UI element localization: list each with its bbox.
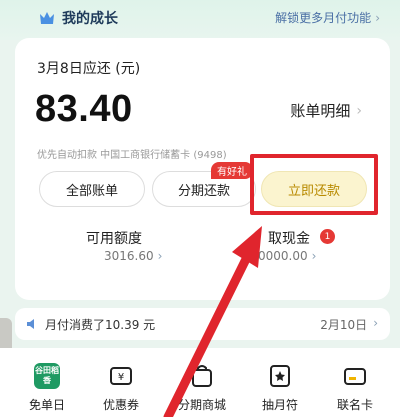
available-limit-label: 可用额度 — [86, 231, 142, 247]
chevron-right-icon: › — [356, 102, 362, 119]
bill-detail-link[interactable]: 账单明细 › — [290, 100, 362, 121]
cobrand-card-label: 联名卡 — [336, 398, 373, 412]
coupon-icon: ¥ — [110, 367, 132, 385]
growth-label: 我的成长 — [62, 11, 118, 27]
unlock-label: 解锁更多月付功能 — [275, 11, 372, 25]
gift-tag-badge: 有好礼 — [211, 162, 253, 179]
cash-withdraw-label: 取现金 — [268, 231, 310, 247]
chevron-right-icon: › — [157, 249, 163, 263]
all-bills-button[interactable]: 全部账单 — [39, 171, 145, 207]
due-amount: 83.40 — [35, 88, 133, 130]
coupon-item[interactable]: ¥ 优惠券 — [86, 362, 156, 413]
monthly-spend-text: 月付消费了10.39 元 — [45, 318, 156, 332]
free-order-day-label: 免单日 — [28, 398, 65, 412]
my-growth-link[interactable]: 我的成长 — [38, 8, 118, 28]
cobrand-card-item[interactable]: 联名卡 — [320, 362, 390, 413]
free-order-day-item[interactable]: 谷田稻香 免单日 — [12, 362, 82, 413]
coupon-label: 优惠券 — [102, 398, 139, 412]
chevron-right-icon: › — [375, 10, 380, 25]
shopping-bag-icon — [192, 365, 212, 387]
installment-mall-item[interactable]: 分期商城 — [167, 362, 237, 413]
cash-withdraw-value[interactable]: 0000.00 › — [258, 249, 316, 263]
unlock-features-link[interactable]: 解锁更多月付功能 › — [275, 9, 380, 26]
chevron-right-icon: › — [373, 316, 378, 330]
available-limit-value[interactable]: 3016.60 › — [104, 249, 162, 263]
lottery-item[interactable]: 抽月符 — [245, 362, 315, 413]
card-icon — [344, 368, 366, 385]
due-date-label: 3月8日应还 (元) — [37, 61, 141, 77]
crown-icon — [40, 12, 54, 24]
brand-tile-icon: 谷田稻香 — [33, 362, 61, 390]
cash-notification-badge: 1 — [320, 229, 335, 244]
chevron-right-icon: › — [311, 249, 317, 263]
lottery-icon — [270, 365, 290, 387]
auto-debit-info: 优先自动扣款 中国工商银行储蓄卡 (9498) — [37, 150, 227, 161]
lottery-label: 抽月符 — [261, 398, 298, 412]
monthly-spend-row[interactable]: 月付消费了10.39 元 2月10日 › — [15, 308, 390, 340]
installment-mall-label: 分期商城 — [177, 398, 226, 412]
svg-text:¥: ¥ — [118, 372, 124, 383]
bottom-feature-nav: 谷田稻香 免单日 ¥ 优惠券 分期商城 抽月符 联名卡 — [0, 348, 400, 417]
bill-detail-label: 账单明细 — [290, 102, 351, 120]
monthly-spend-date: 2月10日 › — [320, 316, 378, 332]
highlight-annotation-box — [250, 154, 378, 215]
speaker-icon — [27, 319, 34, 329]
